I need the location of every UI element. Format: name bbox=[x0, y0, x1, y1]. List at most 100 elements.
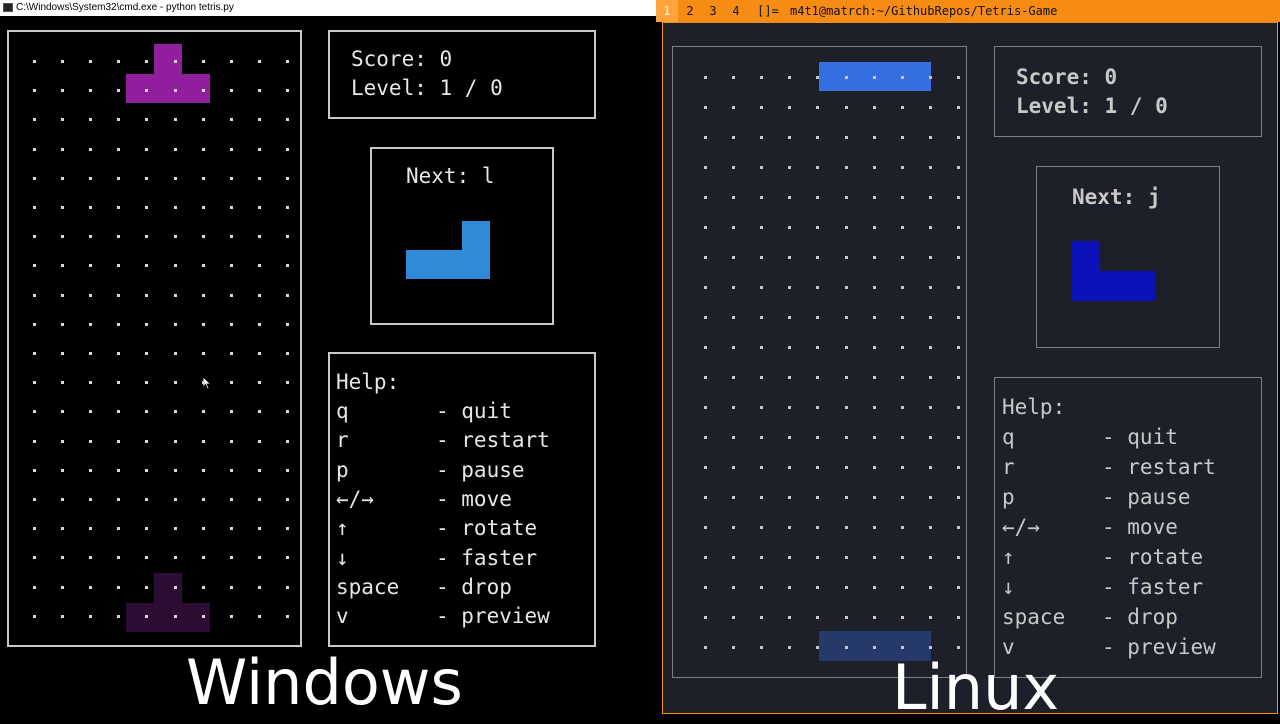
windows-grid-dot bbox=[229, 206, 233, 209]
windows-help-key: ←/→ bbox=[336, 486, 374, 511]
windows-help-key: ↑ bbox=[336, 516, 349, 541]
linux-grid-dot bbox=[844, 256, 848, 259]
windows-grid-dot bbox=[201, 498, 205, 501]
linux-grid-dot bbox=[732, 106, 736, 109]
windows-grid-dot bbox=[145, 293, 149, 297]
windows-grid-dot bbox=[33, 206, 36, 209]
linux-grid-dot bbox=[704, 646, 707, 649]
linux-grid-dot bbox=[844, 286, 848, 289]
windows-grid-dot bbox=[285, 89, 289, 93]
windows-grid-dot bbox=[257, 206, 261, 209]
windows-grid-dot bbox=[117, 439, 121, 443]
windows-grid-dot bbox=[145, 176, 149, 180]
windows-grid-dot bbox=[61, 89, 65, 93]
linux-grid-dot bbox=[844, 106, 848, 109]
linux-grid-dot bbox=[928, 616, 932, 619]
windows-grid-dot bbox=[89, 352, 93, 355]
linux-grid-dot bbox=[872, 166, 876, 169]
linux-grid-dot bbox=[956, 106, 960, 109]
windows-grid-dot bbox=[33, 585, 36, 589]
windows-title-bar[interactable]: C:\Windows\System32\cmd.exe - python tet… bbox=[0, 0, 656, 16]
windows-grid-dot bbox=[201, 60, 205, 63]
linux-grid-dot bbox=[816, 76, 820, 79]
linux-grid-dot bbox=[788, 376, 792, 379]
linux-grid-dot bbox=[900, 346, 904, 349]
windows-grid-dot bbox=[285, 118, 289, 122]
linux-terminal: Score: 0 Level: 1 / 0 Next: j Help: q - q… bbox=[662, 22, 1278, 714]
workspace-tag[interactable]: 3 bbox=[703, 0, 723, 22]
linux-grid-dot bbox=[704, 286, 707, 289]
linux-grid-dot bbox=[928, 256, 932, 259]
linux-grid-dot bbox=[816, 556, 820, 559]
linux-grid-dot bbox=[872, 106, 876, 109]
windows-grid-dot bbox=[201, 410, 205, 414]
linux-grid-dot bbox=[788, 616, 792, 619]
linux-playfield bbox=[672, 46, 967, 678]
linux-grid-dot bbox=[816, 646, 820, 649]
windows-grid-dot bbox=[33, 293, 36, 297]
windows-grid-dot bbox=[173, 556, 177, 560]
windows-ghost-piece-cell bbox=[126, 603, 210, 632]
linux-grid-dot bbox=[928, 136, 932, 139]
windows-help-key: space bbox=[336, 574, 400, 599]
windows-grid-dot bbox=[33, 381, 36, 385]
linux-grid-dot bbox=[788, 256, 792, 259]
linux-grid-dot bbox=[760, 76, 764, 79]
windows-grid-dot bbox=[33, 410, 36, 414]
windows-grid-dot bbox=[117, 410, 121, 414]
windows-grid-dot bbox=[229, 147, 233, 151]
linux-grid-dot bbox=[816, 136, 820, 139]
workspace-tag[interactable]: 4 bbox=[726, 0, 746, 22]
linux-help-key: r bbox=[1002, 455, 1015, 479]
linux-grid-dot bbox=[816, 406, 820, 409]
linux-grid-dot bbox=[900, 556, 904, 559]
windows-help-key: v bbox=[336, 604, 349, 629]
windows-grid-dot bbox=[173, 235, 177, 239]
linux-grid-dot bbox=[844, 436, 848, 439]
linux-grid-dot bbox=[956, 376, 960, 379]
windows-grid-dot bbox=[145, 468, 149, 472]
windows-grid-dot bbox=[89, 235, 93, 239]
layout-indicator[interactable]: []= bbox=[753, 0, 783, 22]
linux-grid-dot bbox=[788, 166, 792, 169]
linux-grid-dot bbox=[900, 436, 904, 439]
windows-grid-dot bbox=[145, 527, 149, 531]
linux-grid-dot bbox=[844, 496, 848, 499]
windows-grid-dot bbox=[229, 381, 233, 385]
linux-help-desc: - move bbox=[1102, 515, 1178, 539]
windows-grid-dot bbox=[61, 60, 65, 63]
windows-grid-dot bbox=[201, 585, 205, 589]
windows-grid-dot bbox=[117, 147, 121, 151]
workspace-tag[interactable]: 1 bbox=[656, 0, 678, 22]
linux-grid-dot bbox=[732, 256, 736, 259]
windows-grid-dot bbox=[285, 206, 289, 209]
linux-grid-dot bbox=[844, 346, 848, 349]
linux-grid-dot bbox=[732, 586, 736, 589]
windows-grid-dot bbox=[89, 60, 93, 63]
windows-grid-dot bbox=[33, 235, 36, 239]
linux-grid-dot bbox=[704, 526, 707, 529]
linux-grid-dot bbox=[928, 286, 932, 289]
windows-help-desc: - restart bbox=[436, 428, 550, 453]
windows-grid-dot bbox=[229, 322, 233, 326]
linux-grid-dot bbox=[704, 196, 707, 199]
windows-grid-dot bbox=[229, 556, 233, 560]
linux-grid-dot bbox=[816, 466, 820, 469]
linux-grid-dot bbox=[788, 136, 792, 139]
windows-grid-dot bbox=[117, 206, 121, 209]
windows-grid-dot bbox=[173, 264, 177, 268]
windows-grid-dot bbox=[89, 118, 93, 122]
windows-grid-dot bbox=[145, 352, 149, 355]
linux-help-desc: - restart bbox=[1102, 455, 1216, 479]
workspace-tag[interactable]: 2 bbox=[680, 0, 700, 22]
linux-grid-dot bbox=[956, 316, 960, 319]
linux-grid-dot bbox=[872, 76, 876, 79]
windows-grid-dot bbox=[285, 439, 289, 443]
linux-grid-dot bbox=[760, 316, 764, 319]
windows-grid-dot bbox=[285, 556, 289, 560]
windows-grid-dot bbox=[33, 614, 36, 618]
windows-grid-dot bbox=[145, 585, 149, 589]
windows-grid-dot bbox=[173, 614, 177, 618]
windows-grid-dot bbox=[61, 147, 65, 151]
linux-grid-dot bbox=[956, 406, 960, 409]
